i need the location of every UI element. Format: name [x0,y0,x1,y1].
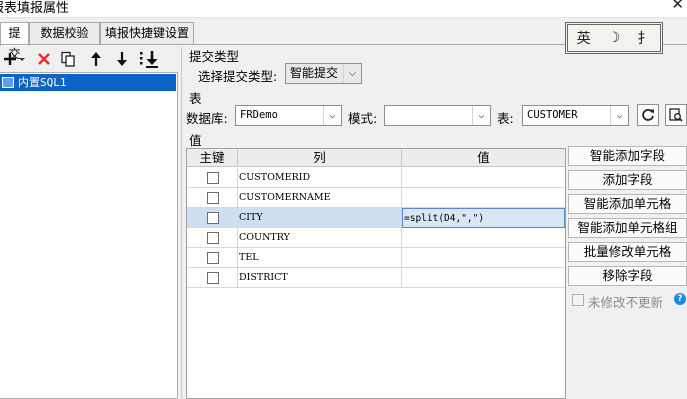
ime-moon-icon[interactable]: ☽ [608,30,621,46]
value-cell[interactable] [402,228,565,248]
primary-key-checkbox[interactable] [207,212,219,224]
arrow-down-icon[interactable] [112,49,132,69]
table-row[interactable]: COUNTRY [187,228,565,248]
value-section-title: 值 [189,133,202,148]
chevron-down-icon: ⌵ [472,106,490,125]
submit-type-value: 智能提交 [290,66,339,80]
delete-icon[interactable] [34,49,54,69]
submit-type-label: 选择提交类型: [198,69,278,84]
column-name-cell[interactable]: COUNTRY [237,228,402,248]
list-item-label: 内置SQL1 [18,76,67,89]
value-cell[interactable] [402,188,565,208]
batch-modify-cell-button[interactable]: 批量修改单元格 [568,242,687,262]
value-cell[interactable]: =split(D4,",") [402,208,565,228]
chevron-down-icon: ⌵ [343,64,361,83]
mode-select[interactable]: ⌵ [384,105,491,126]
preview-table-button[interactable] [665,104,687,126]
smart-add-field-button[interactable]: 智能添加字段 [568,146,687,166]
column-header-key[interactable]: 主键 [187,149,238,167]
submit-type-select[interactable]: 智能提交 ⌵ [285,63,362,84]
primary-key-checkbox[interactable] [207,192,219,204]
primary-key-checkbox[interactable] [207,272,219,284]
smart-add-cell-button[interactable]: 智能添加单元格 [568,194,687,214]
column-name-cell[interactable]: TEL [237,248,402,268]
add-icon[interactable] [2,49,26,69]
value-cell[interactable] [402,168,565,188]
panel-divider[interactable] [181,47,185,399]
window-title: 报表填报属性 [0,1,70,16]
checkbox-label: 未修改不更新 [588,295,664,310]
table-row[interactable]: DISTRICT [187,268,565,288]
column-name-cell[interactable]: CUSTOMERNAME [237,188,402,208]
smart-add-cell-group-button[interactable]: 智能添加单元格组 [568,218,687,238]
copy-icon[interactable] [58,49,78,69]
table-row[interactable]: CUSTOMERNAME [187,188,565,208]
column-name-cell[interactable]: CUSTOMERID [237,168,402,188]
value-cell[interactable] [402,248,565,268]
table-label: 表: [497,111,514,126]
database-value: FRDemo [240,109,278,121]
value-cell[interactable] [402,268,565,288]
refresh-icon [642,109,654,121]
add-field-button[interactable]: 添加字段 [568,170,687,190]
table-section-title: 表 [189,91,202,106]
refresh-button[interactable] [637,104,659,126]
chevron-down-icon: ⌵ [323,106,341,125]
primary-key-checkbox[interactable] [207,232,219,244]
sql-list: 内置SQL1 [0,72,178,399]
table-header: 主键 列 值 [187,149,565,167]
table-row[interactable]: CUSTOMERID [187,168,565,188]
tab-submit[interactable]: 提交 [0,22,29,61]
ime-language-icon[interactable]: 英 [577,28,591,48]
checkbox-box[interactable] [572,294,584,306]
database-select[interactable]: FRDemo ⌵ [235,105,342,126]
table-row[interactable]: CITY =split(D4,",") [187,208,565,228]
left-toolbar [0,47,180,72]
move-bottom-icon[interactable] [138,49,162,69]
remove-field-button[interactable]: 移除字段 [568,266,687,286]
table-icon [2,77,14,88]
column-header-column[interactable]: 列 [238,149,402,167]
help-icon[interactable]: ? [674,293,686,305]
column-name-cell[interactable]: DISTRICT [237,268,402,288]
arrow-up-icon[interactable] [86,49,106,69]
ime-mode-icon[interactable]: ⺘ [637,28,651,48]
field-table: 主键 列 值 CUSTOMERID CUSTOMERNAME CITY =spl… [186,148,566,399]
chevron-down-icon: ⌵ [610,106,628,125]
table-value: CUSTOMER [527,109,578,121]
close-icon[interactable]: ✕ [671,0,684,13]
ime-toolbar[interactable]: 英 ☽ ⺘ [565,22,663,54]
mode-label: 模式: [348,111,378,126]
tab-shortcut-settings[interactable]: 填报快捷键设置 [100,22,194,45]
list-item[interactable]: 内置SQL1 [0,74,176,91]
table-row[interactable]: TEL [187,248,565,268]
submit-type-section-title: 提交类型 [189,49,240,64]
tab-data-validation[interactable]: 数据校验 [29,22,100,45]
window-titlebar: 报表填报属性 ✕ [0,0,687,18]
primary-key-checkbox[interactable] [207,252,219,264]
primary-key-checkbox[interactable] [207,172,219,184]
preview-search-icon [669,108,683,122]
database-label: 数据库: [186,111,228,126]
column-header-value[interactable]: 值 [402,149,565,167]
table-select[interactable]: CUSTOMER ⌵ [522,105,629,126]
column-name-cell[interactable]: CITY [237,208,402,228]
